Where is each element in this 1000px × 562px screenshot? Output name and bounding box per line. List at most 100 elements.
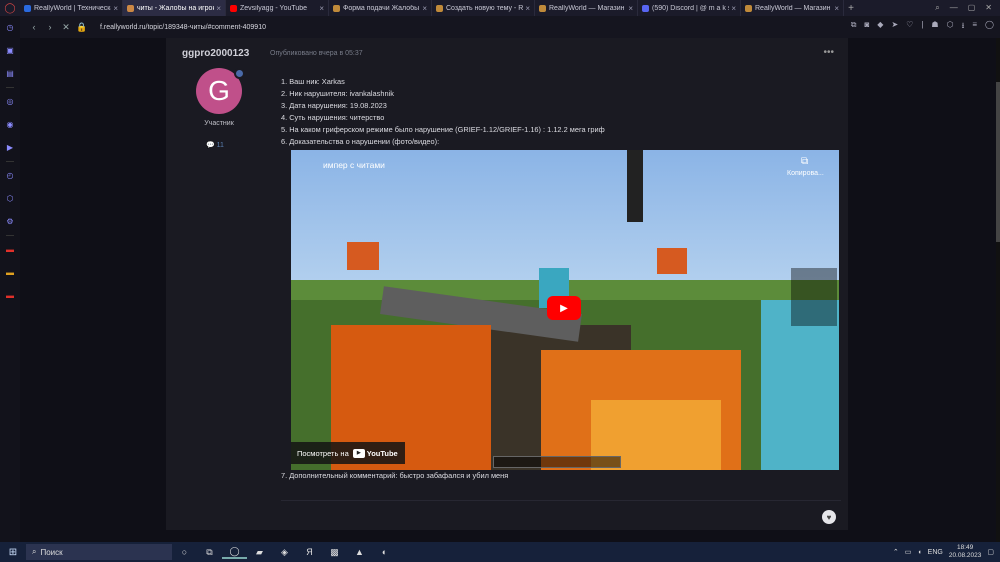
copy-link-icon[interactable]: ⧉ bbox=[801, 156, 808, 167]
camera-icon[interactable]: ◙ bbox=[864, 20, 869, 34]
yandex-icon[interactable]: Я bbox=[297, 547, 322, 557]
download-icon[interactable]: ⭳ bbox=[962, 20, 965, 34]
minimize-button[interactable]: — bbox=[950, 3, 958, 13]
tab-title: Создать новую тему - Re bbox=[446, 4, 524, 12]
browser-tab[interactable]: ReallyWorld | Техническая × bbox=[20, 0, 123, 16]
player-icon[interactable]: ▶ bbox=[0, 136, 20, 159]
tab-close-icon[interactable]: × bbox=[422, 4, 427, 13]
taskbar-search[interactable]: ⌕ Поиск bbox=[26, 544, 172, 560]
back-button[interactable]: ‹ bbox=[26, 22, 42, 32]
tab-close-icon[interactable]: × bbox=[731, 4, 736, 13]
brave-icon[interactable]: ◈ bbox=[272, 547, 297, 558]
wallet-icon[interactable]: ☗ bbox=[931, 20, 938, 34]
scrollbar-thumb[interactable] bbox=[996, 82, 1000, 242]
opera-logo-icon[interactable]: ◯ bbox=[0, 0, 20, 16]
snapshot-icon[interactable]: ⧉ bbox=[851, 20, 857, 34]
tab-title: Zevsilyagg - YouTube bbox=[240, 4, 308, 12]
clock-time: 18:49 bbox=[956, 544, 974, 551]
tab-favicon-icon bbox=[436, 4, 443, 12]
author-name[interactable]: ggpro2000123 bbox=[182, 48, 249, 59]
start-button[interactable]: ⊞ bbox=[0, 547, 26, 558]
opera-sidebar: ◷ ▣ ▤ ◎ ◉ ▶ ◴ ⬡ ⚙ ▬ ▬ ▬ bbox=[0, 16, 20, 542]
clock[interactable]: 18:49 20.08.2023 bbox=[949, 544, 982, 560]
task-view-icon[interactable]: ⧉ bbox=[197, 547, 222, 558]
tab-favicon-icon bbox=[745, 4, 752, 12]
post-date[interactable]: Опубликовано вчера в 05:37 bbox=[270, 50, 363, 57]
address-bar: ‹ › ✕ 🔒 f.reallyworld.ru/topic/189348-чи… bbox=[20, 16, 1000, 38]
lock-icon: 🔒 bbox=[76, 21, 88, 32]
url-field[interactable]: f.reallyworld.ru/topic/189348-читы/#comm… bbox=[100, 24, 266, 31]
cortana-icon[interactable]: ○ bbox=[172, 547, 197, 557]
tab-close-icon[interactable]: × bbox=[525, 4, 530, 13]
like-button[interactable]: ♥ bbox=[822, 510, 836, 524]
close-window-button[interactable]: ✕ bbox=[985, 3, 992, 13]
vpn-icon[interactable]: ◆ bbox=[877, 20, 883, 34]
forward-button[interactable]: › bbox=[42, 22, 58, 32]
volume-icon[interactable]: ◖ bbox=[917, 549, 921, 556]
opera-taskbar-icon[interactable]: ◯ bbox=[222, 546, 247, 559]
send-icon[interactable]: ➤ bbox=[891, 20, 898, 34]
tab-close-icon[interactable]: × bbox=[628, 4, 633, 13]
browser-tab[interactable]: (590) Discord | @ m a k s i × bbox=[638, 0, 741, 16]
search-tabs-icon[interactable]: ⌕ bbox=[935, 3, 939, 13]
network-icon[interactable]: ▭ bbox=[905, 548, 912, 556]
sidebar-divider bbox=[6, 87, 14, 88]
file-explorer-icon[interactable]: ▰ bbox=[247, 547, 272, 558]
extensions-icon[interactable]: ⬡ bbox=[0, 187, 20, 210]
youtube-embed[interactable]: импер с читами ⧉ Копирова... ▶ Посмотрет… bbox=[291, 150, 839, 470]
divider bbox=[281, 500, 841, 501]
clock-date: 20.08.2023 bbox=[948, 552, 982, 559]
shopping-icon[interactable]: ▣ bbox=[0, 39, 20, 62]
comment-icon: 💬 bbox=[206, 142, 215, 149]
language-indicator[interactable]: ENG bbox=[928, 549, 943, 556]
instagram-icon[interactable]: ◎ bbox=[0, 90, 20, 113]
heart-icon[interactable]: ♡ bbox=[906, 20, 913, 34]
tray-chevron-icon[interactable]: ⌃ bbox=[893, 548, 899, 556]
cube-icon[interactable]: ⬡ bbox=[947, 20, 954, 34]
report-item: 7. Дополнительный комментарий: быстро за… bbox=[281, 471, 509, 480]
tab-favicon-icon bbox=[333, 4, 340, 12]
watch-on-youtube-button[interactable]: Посмотреть на ▶ YouTube bbox=[291, 442, 405, 464]
address-bar-actions: ⧉ ◙ ◆ ➤ ♡ | ☗ ⬡ ⭳ ≡ ◯ bbox=[851, 20, 994, 34]
pinned-red-icon[interactable]: ▬ bbox=[0, 238, 20, 261]
maximize-button[interactable]: ▢ bbox=[968, 3, 976, 13]
history-icon[interactable]: ◴ bbox=[0, 164, 20, 187]
browser-tab[interactable]: ReallyWorld — Магазин р × bbox=[535, 0, 638, 16]
messenger-icon[interactable]: ◉ bbox=[0, 113, 20, 136]
browser-tab[interactable]: ReallyWorld — Магазин р × bbox=[741, 0, 844, 16]
tab-close-icon[interactable]: × bbox=[113, 4, 118, 13]
minecraft-icon[interactable]: ▩ bbox=[322, 547, 347, 558]
post-count: 💬 11 bbox=[206, 141, 224, 149]
tab-favicon-icon bbox=[539, 4, 546, 12]
pinned-red-icon-2[interactable]: ▬ bbox=[0, 284, 20, 307]
tab-close-icon[interactable]: × bbox=[319, 4, 324, 13]
video-frame-block bbox=[347, 242, 379, 270]
watch-on-label: Посмотреть на bbox=[297, 448, 349, 458]
scrollbar[interactable] bbox=[996, 38, 1000, 542]
tab-title: ReallyWorld — Магазин р bbox=[549, 4, 627, 12]
pinned-yellow-icon[interactable]: ▬ bbox=[0, 261, 20, 284]
twitch-icon[interactable]: ▤ bbox=[0, 62, 20, 85]
browser-tab[interactable]: Создать новую тему - Re × bbox=[432, 0, 535, 16]
speed-dial-icon[interactable]: ◷ bbox=[0, 16, 20, 39]
settings-icon[interactable]: ⚙ bbox=[0, 210, 20, 233]
post-menu-icon[interactable]: ••• bbox=[823, 47, 834, 58]
browser-tab[interactable]: Zevsilyagg - YouTube × bbox=[226, 0, 329, 16]
app-icon[interactable]: ◐ bbox=[372, 547, 397, 557]
new-tab-button[interactable]: + bbox=[844, 3, 858, 14]
post-count-value: 11 bbox=[216, 142, 224, 149]
browser-tab[interactable]: Форма подачи Жалобы на × bbox=[329, 0, 432, 16]
photos-icon[interactable]: ▲ bbox=[347, 547, 372, 557]
tab-title: читы - Жалобы на игроков bbox=[137, 4, 214, 12]
browser-tab[interactable]: читы - Жалобы на игроков× bbox=[123, 0, 226, 16]
stop-loading-button[interactable]: ✕ bbox=[58, 22, 74, 33]
tab-close-icon[interactable]: × bbox=[216, 4, 221, 13]
tab-close-icon[interactable]: × bbox=[834, 4, 839, 13]
copy-link-label[interactable]: Копирова... bbox=[787, 170, 824, 177]
video-title[interactable]: импер с читами bbox=[323, 160, 385, 170]
profile-icon[interactable]: ◯ bbox=[985, 20, 994, 34]
menu-icon[interactable]: ≡ bbox=[972, 20, 977, 34]
play-button[interactable]: ▶ bbox=[547, 296, 581, 320]
notifications-icon[interactable]: ▢ bbox=[987, 548, 994, 556]
windows-taskbar: ⊞ ⌕ Поиск ○ ⧉ ◯ ▰ ◈ Я ▩ ▲ ◐ ⌃ ▭ ◖ ENG 18… bbox=[0, 542, 1000, 562]
